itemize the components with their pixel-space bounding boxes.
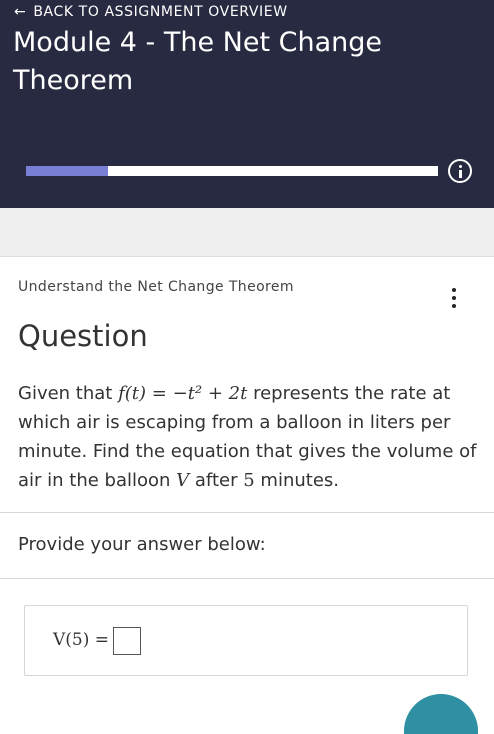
progress-bar-fill <box>26 166 109 176</box>
function-expression: f(t) = −t² + 2t <box>118 383 248 404</box>
info-icon[interactable] <box>448 159 472 183</box>
progress-bar[interactable] <box>26 166 438 176</box>
divider <box>0 512 494 513</box>
floating-action-button[interactable] <box>404 694 478 734</box>
question-text: Given that f(t) = −t² + 2t represents th… <box>18 379 480 495</box>
section-label: Understand the Net Change Theorem <box>18 279 294 295</box>
answer-prompt: Provide your answer below: <box>18 534 266 555</box>
back-to-assignment-link[interactable]: ← BACK TO ASSIGNMENT OVERVIEW <box>14 4 288 20</box>
answer-container: V(5) = <box>24 605 468 676</box>
question-heading: Question <box>18 319 148 353</box>
module-title: Module 4 - The Net Change Theorem <box>13 27 382 96</box>
arrow-left-icon: ← <box>14 4 27 20</box>
more-vertical-icon[interactable] <box>446 288 462 310</box>
answer-label: V(5) = <box>53 630 110 650</box>
divider <box>0 578 494 579</box>
volume-variable: V <box>176 470 190 491</box>
header-spacer-band <box>0 208 494 257</box>
module-header: ← BACK TO ASSIGNMENT OVERVIEW Module 4 - … <box>0 0 494 208</box>
back-link-label: BACK TO ASSIGNMENT OVERVIEW <box>33 4 288 20</box>
question-text-end: minutes. <box>260 470 340 491</box>
answer-input[interactable] <box>113 627 141 655</box>
minutes-value: 5 <box>243 470 255 491</box>
question-text-after: after <box>194 470 238 491</box>
question-text-intro: Given that <box>18 383 119 404</box>
